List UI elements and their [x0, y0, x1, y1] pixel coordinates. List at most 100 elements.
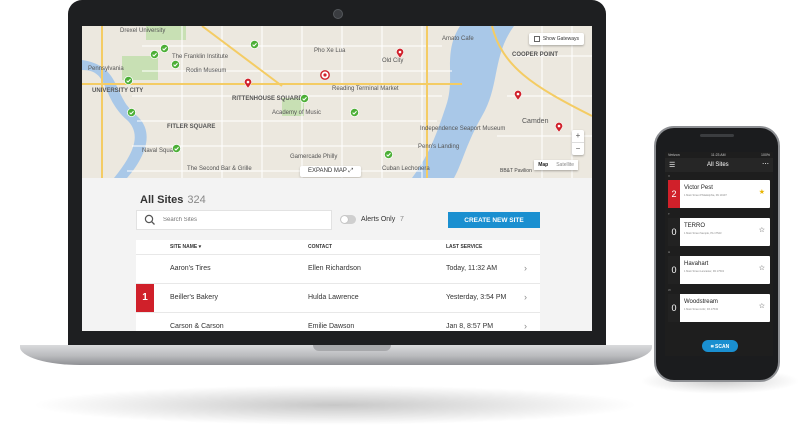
card-address: 1 Main Street Lancaster, PA 17543: [684, 270, 724, 273]
zoom-control: + −: [572, 130, 584, 155]
map-attribution: BB&T Pavilion: [500, 168, 532, 174]
site-card[interactable]: 2 Victor Pest 1 Main Street Philadelphia…: [668, 180, 770, 208]
card-name: Havahart: [684, 261, 709, 267]
section-letter: H: [668, 250, 671, 254]
star-outline-icon[interactable]: ☆: [759, 264, 765, 272]
site-ok-pin[interactable]: [300, 94, 309, 103]
site-ok-pin[interactable]: [384, 150, 393, 159]
site-contact: Hulda Lawrence: [308, 294, 359, 301]
map-label: The Second Bar & Grille: [187, 166, 252, 172]
site-ok-pin[interactable]: [127, 108, 136, 117]
more-icon[interactable]: ⋯: [762, 160, 769, 168]
map-label: Gamercade Philly: [290, 154, 338, 160]
show-gateways-label: Show Gateways: [542, 36, 579, 42]
site-card[interactable]: 0 Havahart 1 Main Street Lancaster, PA 1…: [668, 256, 770, 284]
site-count: 324: [187, 194, 206, 206]
scan-button[interactable]: ⌗ SCAN: [702, 340, 738, 352]
map-label: Amato Cafe: [442, 36, 474, 42]
map[interactable]: Drexel University Pennsylvania UNIVERSIT…: [82, 26, 592, 178]
map-label: Drexel University: [120, 28, 166, 34]
star-outline-icon[interactable]: ☆: [759, 226, 765, 234]
site-ok-pin[interactable]: [150, 50, 159, 59]
laptop-shadow: [30, 385, 640, 425]
page-title-text: All Sites: [140, 194, 184, 206]
site-ok-pin[interactable]: [171, 60, 180, 69]
star-filled-icon[interactable]: ★: [759, 188, 765, 196]
site-contact: Ellen Richardson: [308, 265, 361, 272]
page-title: All Sites 324: [140, 194, 206, 206]
site-name: Aaron's Tires: [170, 265, 211, 272]
site-alert-pin[interactable]: [514, 90, 522, 101]
phone-title: All Sites: [707, 162, 729, 168]
site-alert-pin[interactable]: [396, 48, 404, 59]
card-name: Victor Pest: [684, 185, 713, 191]
map-label: Rodin Museum: [186, 68, 227, 74]
laptop-screen: Drexel University Pennsylvania UNIVERSIT…: [82, 26, 592, 331]
map-label: Pennsylvania: [88, 66, 124, 72]
card-address: 1 Main Street Philadelphia, PA 19107: [684, 194, 727, 197]
map-label: Independence Seaport Museum: [420, 126, 506, 132]
site-ok-pin[interactable]: [160, 44, 169, 53]
phone-earpiece: [700, 134, 734, 137]
carrier: Verizon: [668, 153, 680, 157]
chevron-right-icon: ›: [524, 263, 527, 273]
menu-icon[interactable]: ☰: [669, 161, 675, 169]
sites-table: SITE NAME ▾ CONTACT LAST SERVICE Aaron's…: [136, 240, 540, 331]
zoom-out-button[interactable]: −: [572, 142, 584, 155]
search-icon: [144, 214, 155, 225]
search-input[interactable]: [161, 216, 315, 224]
alerts-only-toggle[interactable]: [340, 215, 356, 224]
table-row[interactable]: Aaron's Tires Ellen Richardson Today, 11…: [136, 254, 540, 283]
column-contact[interactable]: CONTACT: [308, 244, 332, 250]
map-type-map[interactable]: Map: [534, 160, 552, 170]
checkbox-icon[interactable]: [533, 36, 540, 42]
alert-count-badge: 1: [136, 284, 154, 312]
site-contact: Emilie Dawson: [308, 323, 355, 330]
map-type-satellite[interactable]: Satellite: [552, 160, 578, 170]
map-label: COOPER POINT: [512, 52, 559, 58]
toggle-knob: [341, 216, 348, 223]
map-label: Penn's Landing: [418, 144, 460, 150]
map-label: Camden: [522, 118, 549, 125]
alert-count: 0: [668, 256, 680, 284]
laptop-notch: [313, 345, 391, 351]
site-name: Beiller's Bakery: [170, 294, 219, 301]
site-card[interactable]: 0 Woodstream 1 Main Street Lititz, PA 17…: [668, 294, 770, 322]
table-row[interactable]: 1 Beiller's Bakery Hulda Lawrence Yester…: [136, 283, 540, 312]
site-name: Carson & Carson: [170, 323, 224, 330]
section-letter: V: [668, 174, 671, 178]
column-last-service[interactable]: LAST SERVICE: [446, 244, 482, 250]
show-gateways-toggle[interactable]: Show Gateways: [528, 33, 584, 45]
phone-screen: Verizon 11:23 AM 100% ☰ All Sites ⋯ V 2 …: [665, 152, 773, 356]
search-box[interactable]: [136, 210, 332, 230]
site-alert-pin[interactable]: [244, 78, 252, 89]
zoom-in-button[interactable]: +: [572, 130, 584, 142]
map-label: Academy of Music: [272, 110, 322, 116]
expand-map-button[interactable]: EXPAND MAP ⤢: [300, 166, 362, 177]
sites-panel: All Sites324 Alerts Only 7 CREATE NEW SI…: [82, 178, 592, 331]
site-ok-pin[interactable]: [350, 108, 359, 117]
column-site-name[interactable]: SITE NAME ▾: [170, 244, 201, 250]
chevron-right-icon: ›: [524, 321, 527, 331]
table-row[interactable]: Carson & Carson Emilie Dawson Jan 8, 8:5…: [136, 312, 540, 331]
create-new-site-button[interactable]: CREATE NEW SITE: [448, 212, 540, 228]
site-last-service: Today, 11:32 AM: [446, 265, 498, 272]
alert-count: 0: [668, 218, 680, 246]
section-letter: W: [668, 288, 671, 292]
map-label: FITLER SQUARE: [167, 124, 216, 130]
card-address: 1 Main Street Lititz, PA 17543: [684, 308, 718, 311]
site-ok-pin[interactable]: [250, 40, 259, 49]
map-type-switch: Map Satellite: [534, 160, 578, 170]
table-header: SITE NAME ▾ CONTACT LAST SERVICE: [136, 240, 540, 254]
battery: 100%: [761, 153, 770, 157]
site-card[interactable]: 0 TERRO 1 Main Street Sample, PA 17543 ☆: [668, 218, 770, 246]
star-outline-icon[interactable]: ☆: [759, 302, 765, 310]
status-time: 11:23 AM: [711, 153, 726, 157]
selected-site-pin[interactable]: [320, 70, 330, 80]
site-ok-pin[interactable]: [124, 76, 133, 85]
section-letter: T: [668, 212, 670, 216]
site-last-service: Yesterday, 3:54 PM: [446, 294, 507, 301]
card-name: Woodstream: [684, 299, 718, 305]
site-alert-pin[interactable]: [555, 122, 563, 133]
site-ok-pin[interactable]: [172, 144, 181, 153]
